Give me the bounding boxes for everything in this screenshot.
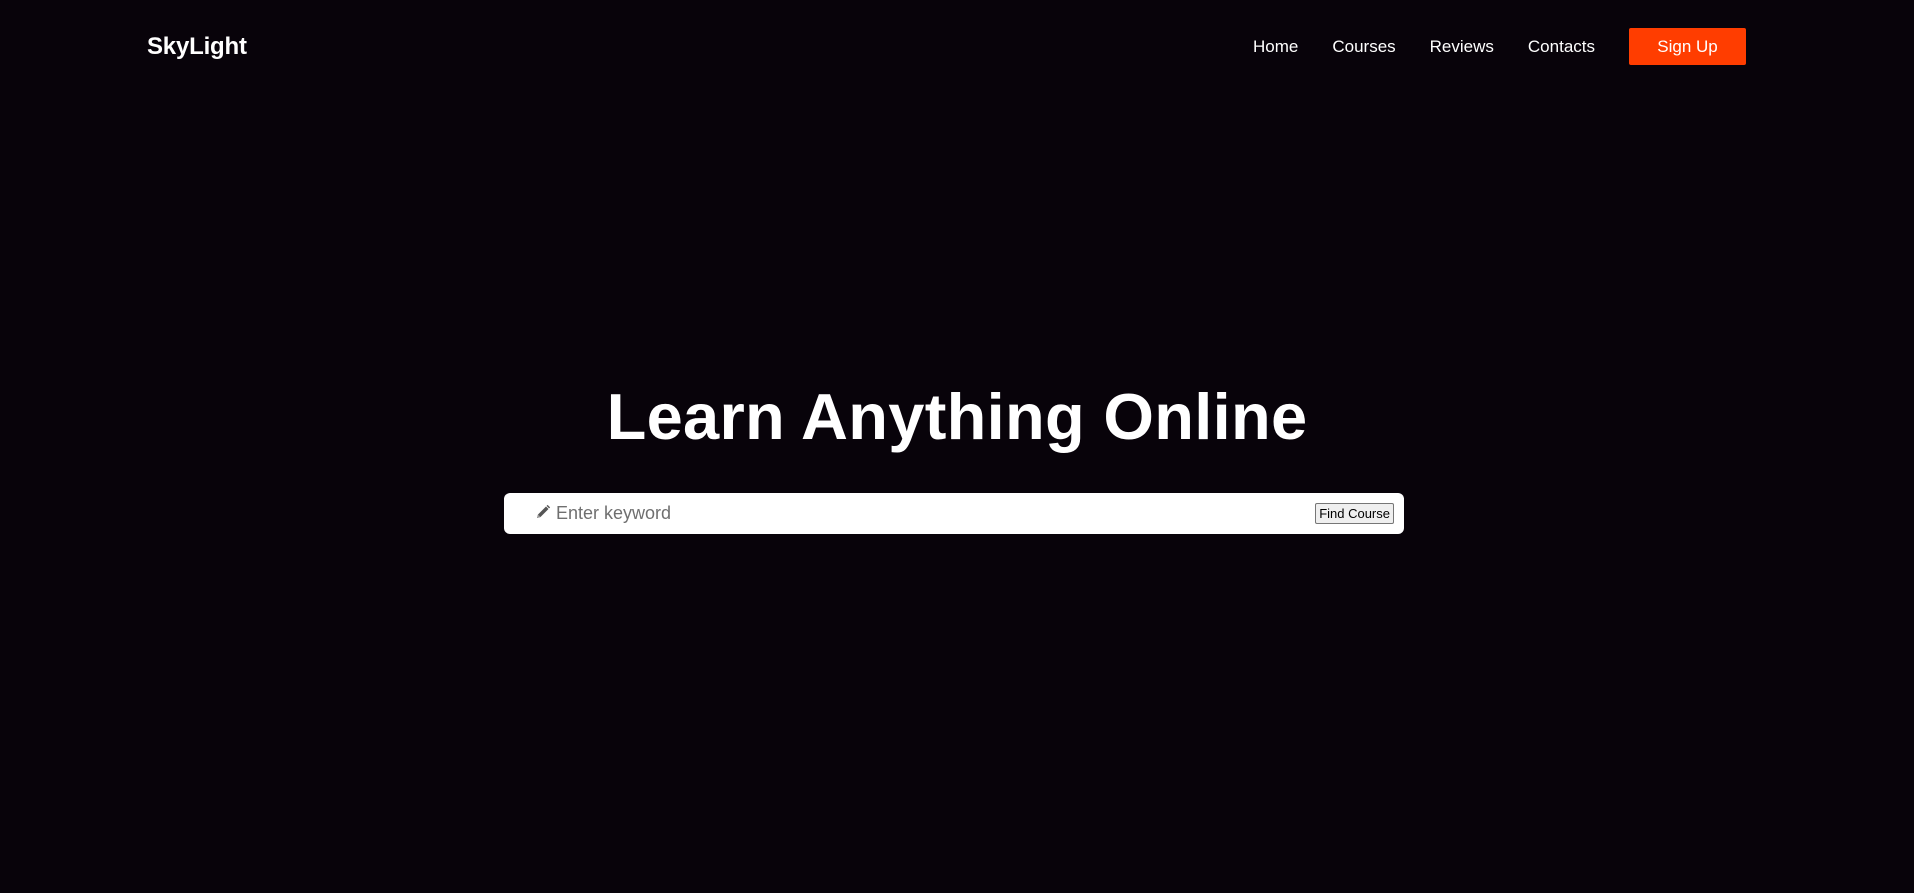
site-header: SkyLight Home Courses Reviews Contacts S… xyxy=(0,0,1914,93)
hero-title: Learn Anything Online xyxy=(606,380,1308,453)
sign-up-button[interactable]: Sign Up xyxy=(1629,28,1746,65)
nav-link-contacts[interactable]: Contacts xyxy=(1528,28,1595,65)
nav-link-reviews[interactable]: Reviews xyxy=(1430,28,1494,65)
pencil-icon xyxy=(534,503,552,523)
nav-link-home[interactable]: Home xyxy=(1253,28,1298,65)
nav-link-courses[interactable]: Courses xyxy=(1332,28,1395,65)
search-input[interactable] xyxy=(556,499,1256,527)
logo[interactable]: SkyLight xyxy=(147,31,247,63)
find-course-button[interactable]: Find Course xyxy=(1315,503,1394,524)
search-bar: Find Course xyxy=(504,493,1404,534)
main-nav: Home Courses Reviews Contacts Sign Up xyxy=(1253,28,1746,65)
